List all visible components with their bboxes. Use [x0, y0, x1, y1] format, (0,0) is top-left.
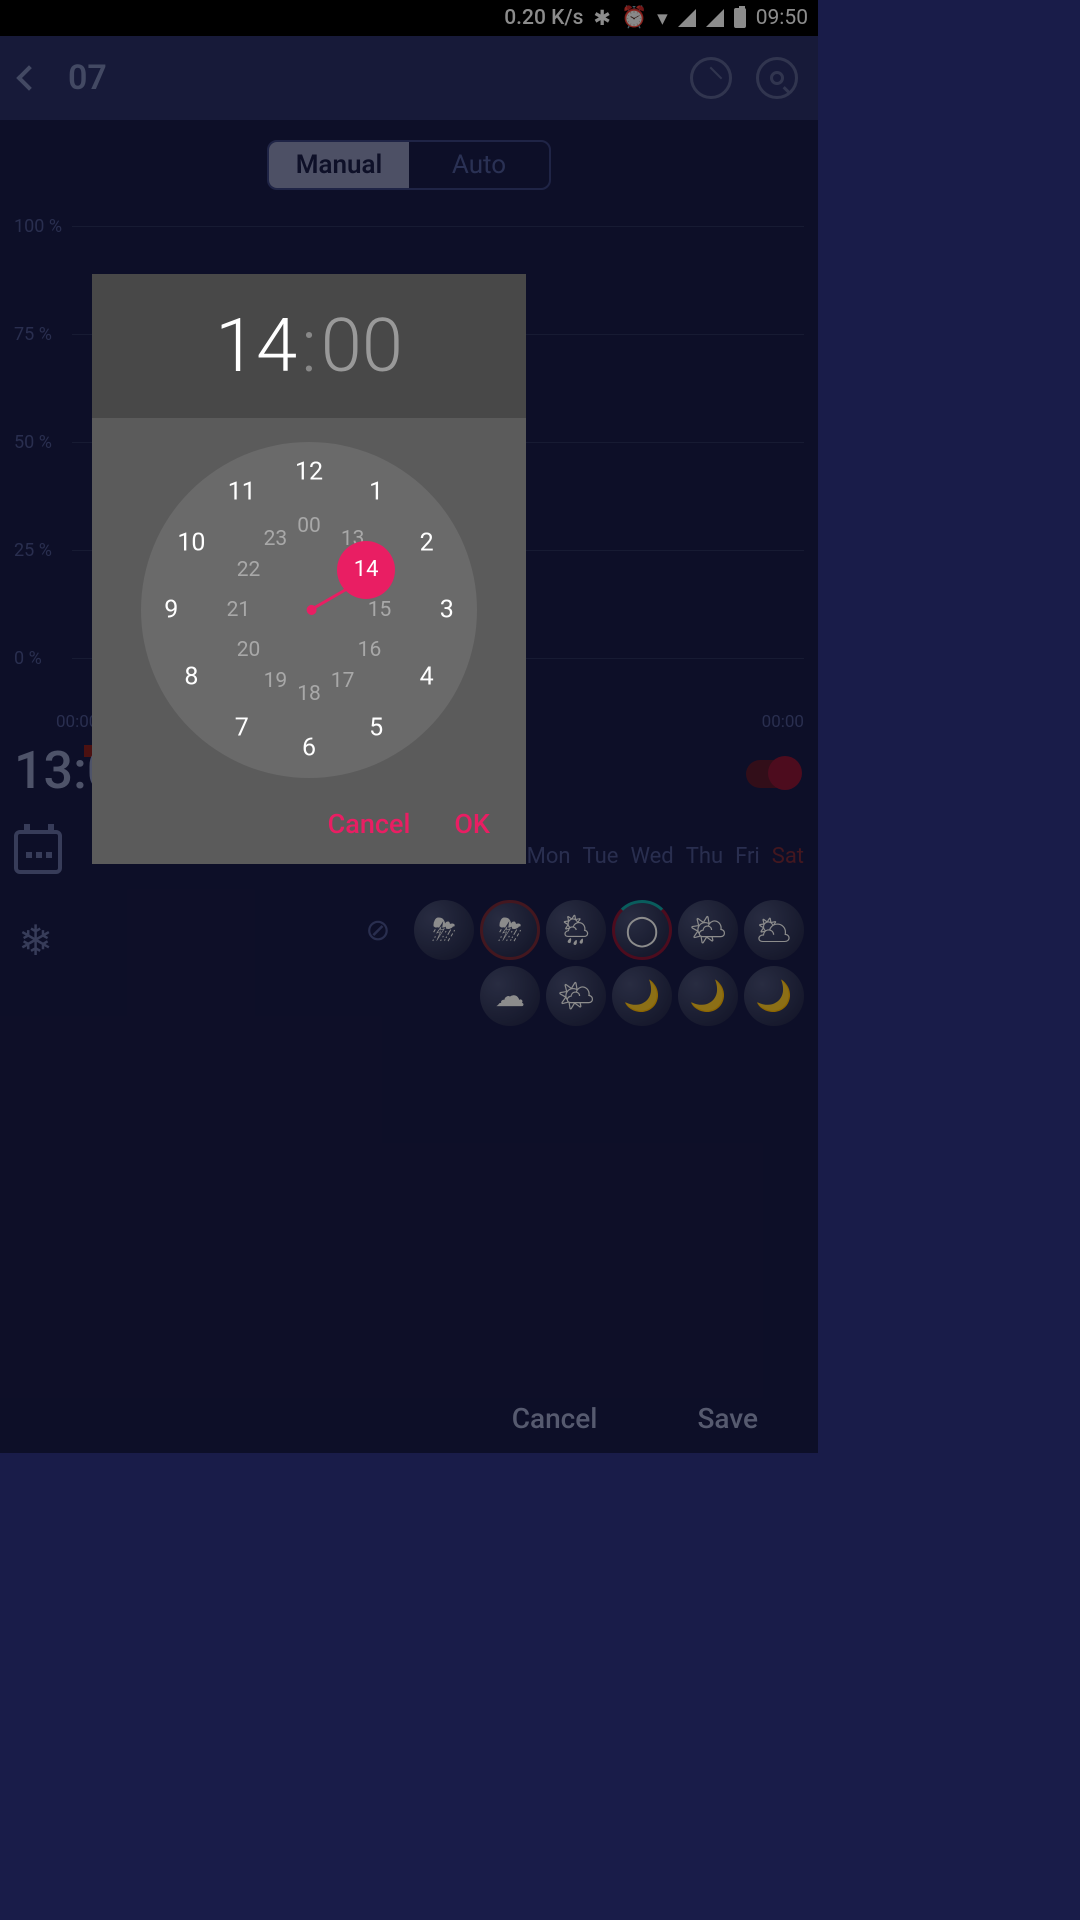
hour-2[interactable]: 2: [420, 528, 434, 557]
hour-9[interactable]: 9: [164, 596, 178, 625]
hour-22[interactable]: 22: [237, 558, 261, 582]
picker-actions: Cancel OK: [92, 790, 526, 864]
time-colon: :: [297, 303, 321, 390]
hour-10[interactable]: 10: [177, 528, 205, 557]
hour-1[interactable]: 1: [369, 478, 383, 507]
hour-12[interactable]: 12: [295, 458, 323, 487]
picker-ok-button[interactable]: OK: [454, 808, 490, 840]
hour-11[interactable]: 11: [228, 478, 256, 507]
hour-19[interactable]: 19: [264, 669, 288, 693]
hour-21[interactable]: 21: [227, 598, 251, 622]
hour-5[interactable]: 5: [369, 713, 383, 742]
hour-display[interactable]: 14: [215, 303, 297, 390]
minute-display[interactable]: 00: [321, 303, 403, 390]
picker-cancel-button[interactable]: Cancel: [328, 808, 411, 840]
hour-17[interactable]: 17: [331, 669, 355, 693]
hour-4[interactable]: 4: [420, 663, 434, 692]
hour-20[interactable]: 20: [237, 638, 261, 662]
time-picker-dialog: 14 : 00 12 1 2 3 4 5 6 7 8 9 10 11 00 13…: [92, 274, 526, 864]
hour-23[interactable]: 23: [264, 527, 288, 551]
hour-8[interactable]: 8: [184, 663, 198, 692]
hour-18[interactable]: 18: [297, 682, 321, 706]
hour-3[interactable]: 3: [440, 596, 454, 625]
hour-7[interactable]: 7: [235, 713, 249, 742]
hour-14-selected[interactable]: 14: [337, 541, 395, 599]
hour-00[interactable]: 00: [297, 514, 321, 538]
clock-face[interactable]: 12 1 2 3 4 5 6 7 8 9 10 11 00 13 15 16 1…: [141, 442, 477, 778]
hour-15[interactable]: 15: [368, 598, 392, 622]
hour-6[interactable]: 6: [302, 733, 316, 762]
time-display: 14 : 00: [92, 274, 526, 418]
hour-16[interactable]: 16: [358, 638, 382, 662]
